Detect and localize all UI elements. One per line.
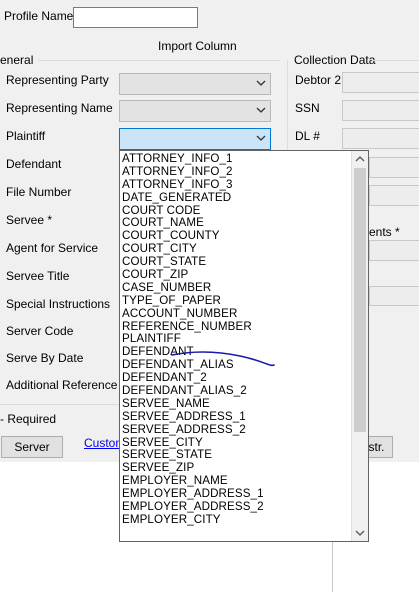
dropdown-item[interactable]: COURT CODE xyxy=(120,204,352,217)
representing-name-combo[interactable] xyxy=(119,100,271,122)
field-label-file-number: File Number xyxy=(6,185,72,199)
collection-group-title: Collection Data xyxy=(294,53,376,67)
dropdown-item[interactable]: EMPLOYER_CITY xyxy=(120,513,352,526)
dropdown-item[interactable]: EMPLOYER_ADDRESS_1 xyxy=(120,487,352,500)
dropdown-item[interactable]: SERVEE_CITY xyxy=(120,436,352,449)
import-column-label: Import Column xyxy=(158,39,237,53)
handwritten-underline-annotation xyxy=(171,351,275,367)
field-label-servee-title: Servee Title xyxy=(6,269,70,283)
profile-name-label: Profile Name xyxy=(4,9,74,23)
debtor-2-input[interactable] xyxy=(342,72,419,93)
field-label-servee: Servee * xyxy=(6,213,53,227)
dropdown-item[interactable]: ATTORNEY_INFO_3 xyxy=(120,178,352,191)
dropdown-item[interactable]: DEFENDANT_2 xyxy=(120,371,352,384)
field-label-dl: DL # xyxy=(295,129,320,143)
collection-field-6[interactable] xyxy=(369,240,419,261)
required-note-text: Required xyxy=(7,412,57,426)
field-label-ssn: SSN xyxy=(295,101,320,115)
dropdown-item[interactable]: SERVEE_ADDRESS_1 xyxy=(120,410,352,423)
field-label-plaintiff: Plaintiff xyxy=(6,129,46,143)
dropdown-item[interactable]: SERVEE_ADDRESS_2 xyxy=(120,423,352,436)
dropdown-scrollbar[interactable] xyxy=(351,151,368,541)
field-label-additional-reference: Additional Reference # xyxy=(6,378,128,392)
dl-input[interactable] xyxy=(342,128,419,149)
collection-partial-label: ents * xyxy=(369,225,400,239)
required-note: - Required xyxy=(0,412,57,426)
general-group-bottom xyxy=(0,404,119,405)
field-label-agent-for-service: Agent for Service xyxy=(6,241,99,255)
collection-field-4[interactable] xyxy=(369,157,419,178)
field-label-special-instructions: Special Instructions xyxy=(6,297,111,311)
dropdown-item[interactable]: DATE_GENERATED xyxy=(120,191,352,204)
dropdown-item[interactable]: ATTORNEY_INFO_1 xyxy=(120,152,352,165)
field-label-serve-by-date: Serve By Date xyxy=(6,351,84,365)
dropdown-item[interactable]: DEFENDANT_ALIAS_2 xyxy=(120,384,352,397)
dropdown-item[interactable]: COURT_STATE xyxy=(120,255,352,268)
plaintiff-combo[interactable] xyxy=(119,128,271,150)
dropdown-item[interactable]: COURT_NAME xyxy=(120,216,352,230)
dropdown-item[interactable]: REFERENCE_NUMBER xyxy=(120,320,352,333)
chevron-down-icon xyxy=(256,135,266,141)
collection-field-7[interactable] xyxy=(369,286,419,306)
dropdown-items: ATTORNEY_INFO_1 ATTORNEY_INFO_2 ATTORNEY_I… xyxy=(120,152,352,526)
chevron-down-icon xyxy=(256,80,266,86)
dropdown-item[interactable]: ACCOUNT_NUMBER xyxy=(120,307,352,320)
representing-party-combo[interactable] xyxy=(119,73,271,95)
field-label-server-code: Server Code xyxy=(6,324,74,338)
dropdown-item[interactable]: TYPE_OF_PAPER xyxy=(120,294,352,307)
profile-name-input[interactable] xyxy=(73,7,198,28)
dropdown-item[interactable]: SERVEE_NAME xyxy=(120,397,352,410)
dropdown-item[interactable]: COURT_CITY xyxy=(120,242,352,255)
scrollbar-thumb[interactable] xyxy=(354,168,366,432)
scroll-down-icon[interactable] xyxy=(355,528,365,538)
general-group-title: eneral xyxy=(0,53,34,67)
chevron-down-icon xyxy=(256,107,266,113)
ssn-input[interactable] xyxy=(342,100,419,121)
dropdown-item[interactable]: EMPLOYER_NAME xyxy=(120,474,352,487)
collection-group-divider xyxy=(372,60,419,61)
dropdown-item[interactable]: COURT_ZIP xyxy=(120,268,352,281)
field-label-debtor-2: Debtor 2 xyxy=(295,73,342,87)
dropdown-item[interactable]: ATTORNEY_INFO_2 xyxy=(120,165,352,178)
dropdown-item[interactable]: SERVEE_STATE xyxy=(120,448,352,462)
dropdown-item[interactable]: SERVEE_ZIP xyxy=(120,461,352,474)
field-label-defendant: Defendant xyxy=(6,157,62,171)
dropdown-item[interactable]: COURT_COUNTY xyxy=(120,229,352,242)
dropdown-item[interactable]: CASE_NUMBER xyxy=(120,281,352,294)
dropdown-item[interactable]: PLAINTIFF xyxy=(120,332,352,346)
tab-server-msg[interactable]: Server Msg xyxy=(1,436,63,474)
scroll-up-icon[interactable] xyxy=(355,154,365,164)
dropdown-item[interactable]: EMPLOYER_ADDRESS_2 xyxy=(120,500,352,513)
collection-field-5[interactable] xyxy=(369,185,419,206)
field-label-representing-name: Representing Name xyxy=(6,101,113,115)
general-group-divider xyxy=(38,60,280,61)
field-label-representing-party: Representing Party xyxy=(6,73,109,87)
plaintiff-dropdown-list[interactable]: ATTORNEY_INFO_1 ATTORNEY_INFO_2 ATTORNEY_I… xyxy=(119,150,369,542)
